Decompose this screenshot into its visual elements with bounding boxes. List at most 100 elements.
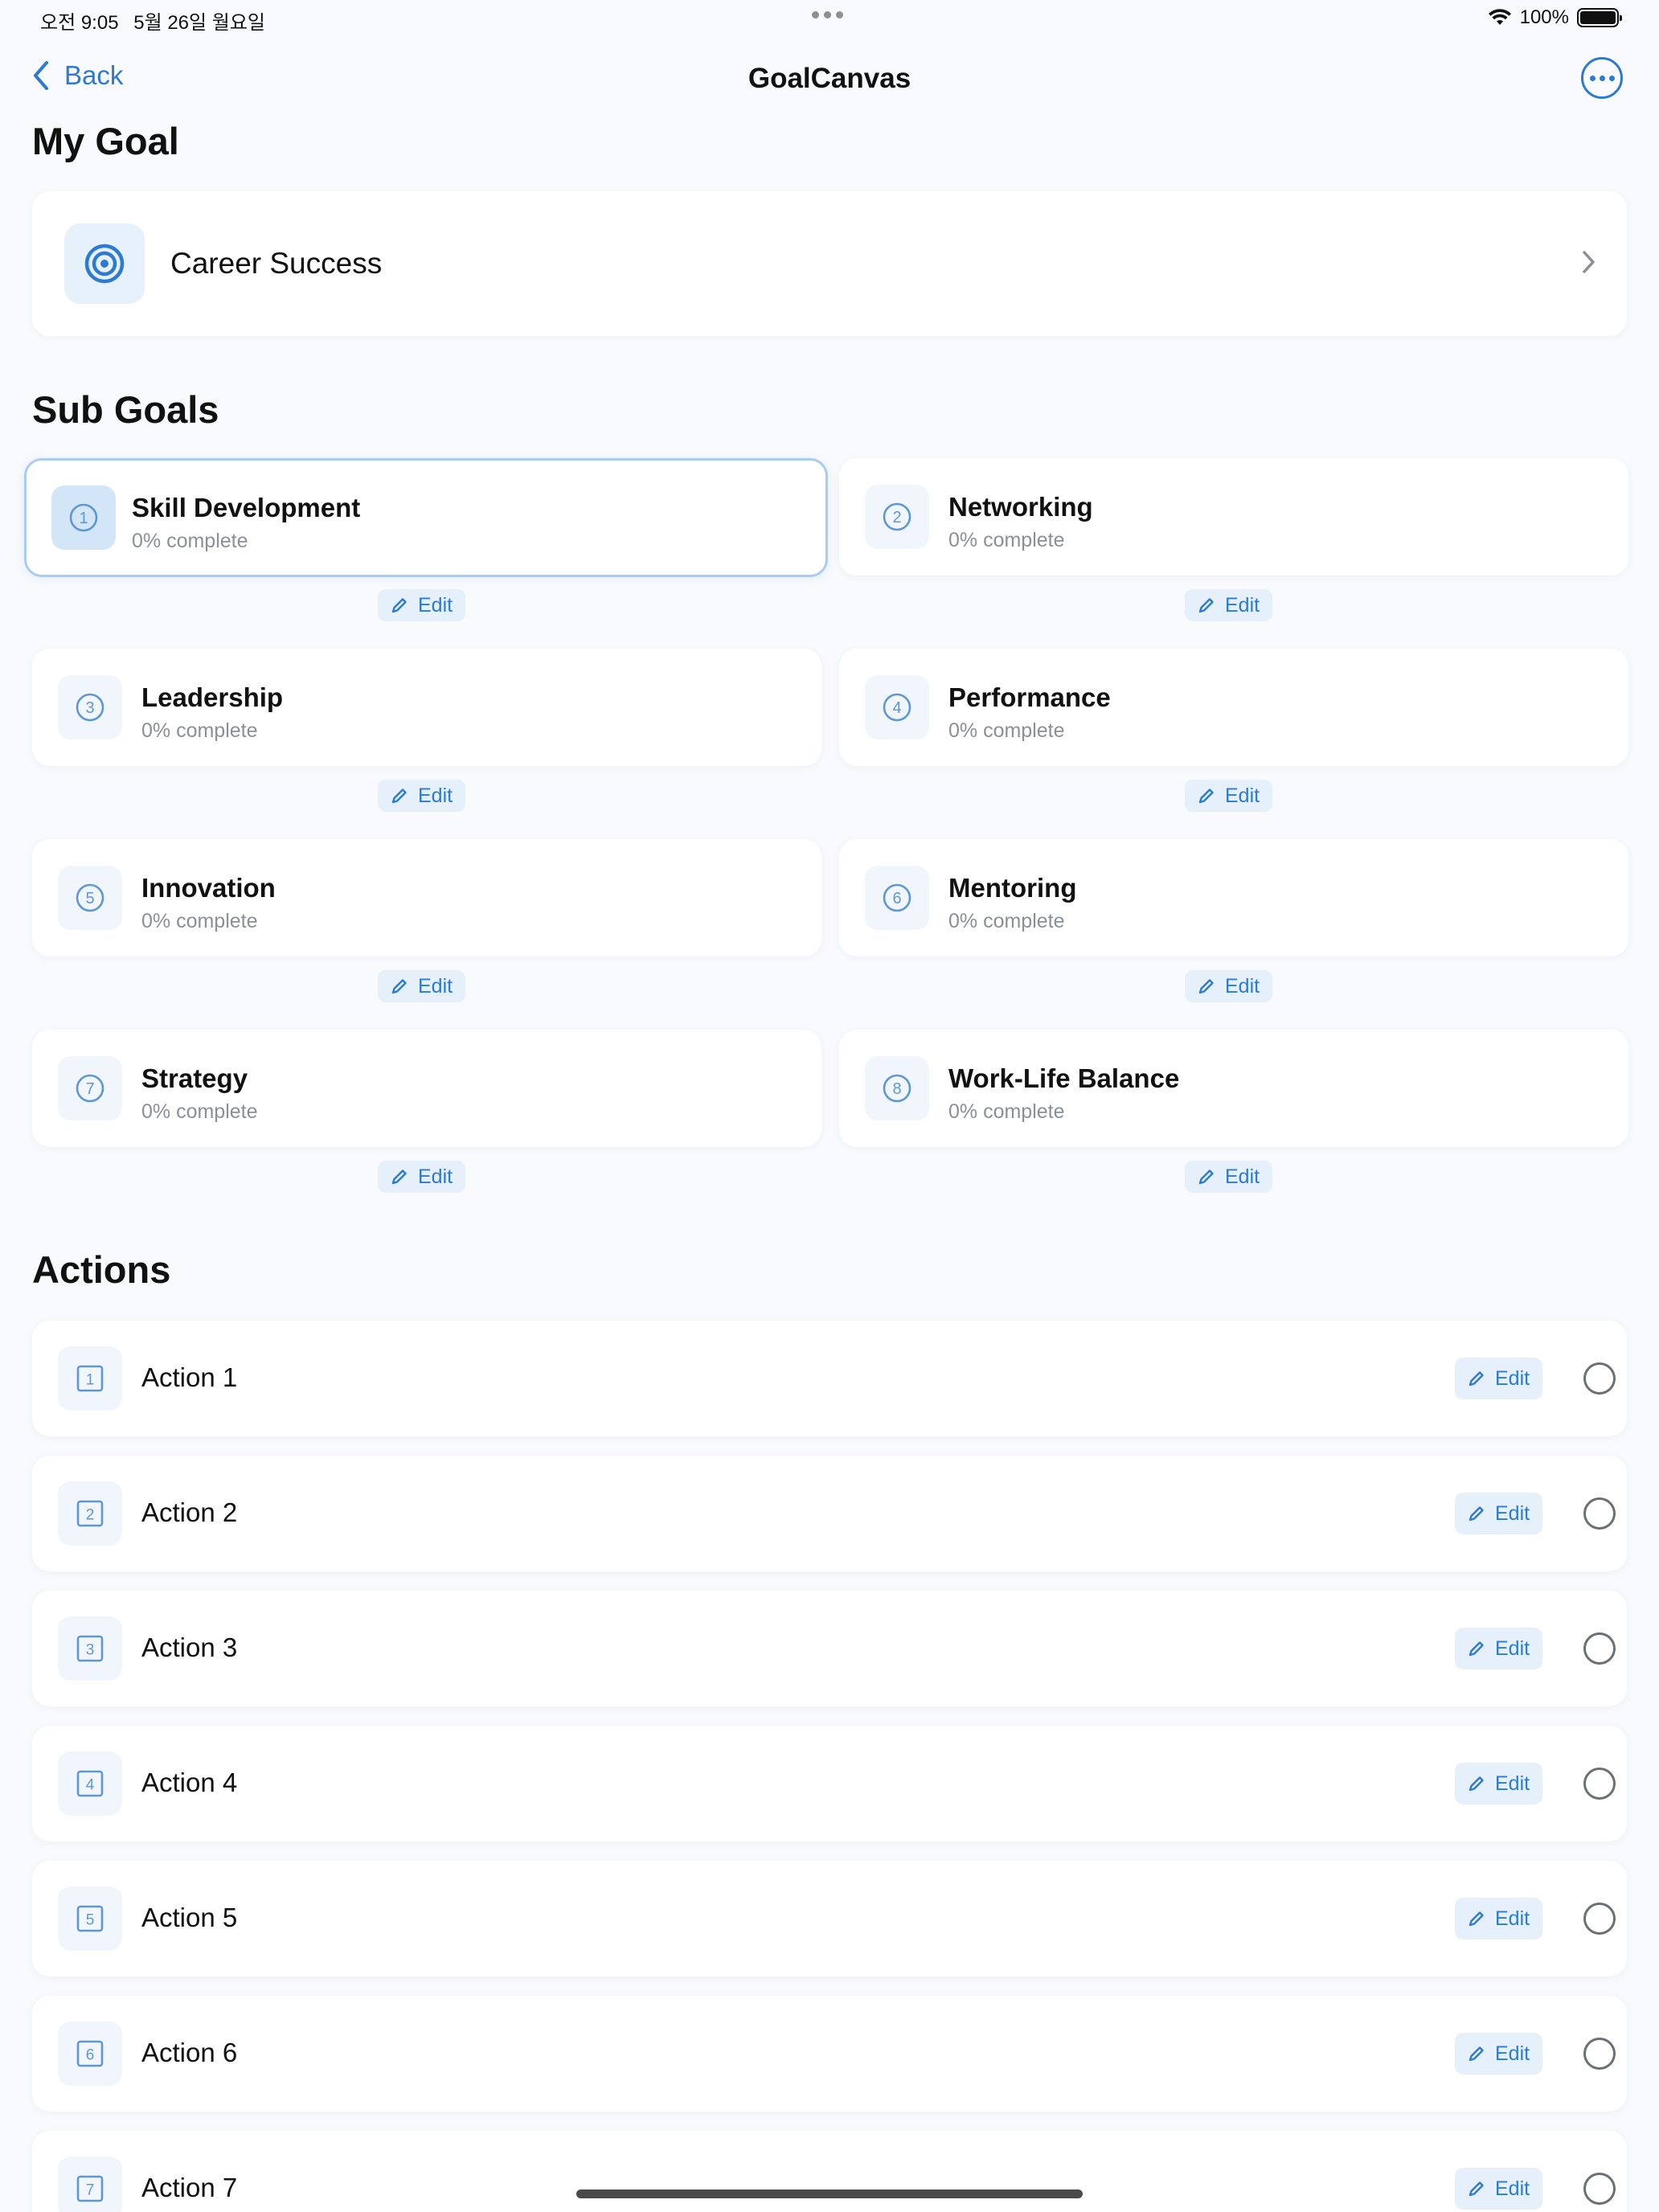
svg-text:8: 8 [892,1080,901,1098]
action-icon-tile: 6 [58,2022,122,2086]
edit-label: Edit [418,974,453,997]
sub-goal-edit-button[interactable]: Edit [1185,780,1273,812]
action-icon-tile: 5 [58,1886,122,1951]
circled-number-5-icon: 5 [76,883,104,912]
completion-circle-icon[interactable] [1583,2173,1616,2205]
action-name: Action 3 [141,1632,238,1662]
sub-goal-progress: 0% complete [948,910,1065,932]
pencil-icon [391,1169,407,1185]
edit-label: Edit [1225,974,1260,997]
pencil-icon [1198,789,1214,804]
action-row[interactable]: 2 Action 2 Edit [32,1456,1627,1571]
edit-label: Edit [1495,1366,1530,1390]
chevron-right-icon [1583,251,1595,273]
action-icon-tile: 7 [58,2157,122,2212]
action-row[interactable]: 4 Action 4 Edit [32,1726,1627,1841]
sub-goal-name: Networking [948,492,1093,522]
sub-goal-edit-button[interactable]: Edit [378,780,466,812]
svg-text:2: 2 [892,509,901,526]
action-edit-button[interactable]: Edit [1455,1358,1543,1399]
action-edit-button[interactable]: Edit [1455,2033,1543,2075]
completion-circle-icon[interactable] [1583,1768,1616,1800]
action-row[interactable]: 6 Action 6 Edit [32,1996,1627,2112]
back-button[interactable]: Back [32,60,123,91]
sub-goal-card[interactable]: 2 Networking 0% complete [839,458,1628,576]
sub-goal-card[interactable]: 4 Performance 0% complete [839,649,1628,766]
svg-text:2: 2 [86,1507,95,1524]
action-name: Action 6 [141,2038,238,2067]
edit-label: Edit [1495,1636,1530,1660]
completion-circle-icon[interactable] [1583,1497,1616,1530]
multitasking-dots-icon[interactable] [812,11,843,18]
pencil-icon [1469,1911,1484,1927]
edit-label: Edit [1495,2042,1530,2065]
sub-goal-card[interactable]: 1 Skill Development 0% complete [24,458,828,577]
svg-text:1: 1 [86,1372,95,1389]
action-edit-button[interactable]: Edit [1455,1763,1543,1804]
svg-text:3: 3 [86,1642,95,1659]
sub-goal-icon-tile: 7 [58,1056,122,1120]
sub-goal-icon-tile: 8 [865,1056,929,1120]
pencil-icon [391,979,407,994]
sub-goal-edit-button[interactable]: Edit [378,1161,466,1193]
circled-number-8-icon: 8 [883,1074,911,1103]
action-name: Action 1 [141,1362,238,1392]
sub-goal-name: Work-Life Balance [948,1063,1180,1093]
sub-goal-icon-tile: 4 [865,675,929,739]
action-row[interactable]: 1 Action 1 Edit [32,1321,1627,1436]
edit-label: Edit [1225,1165,1260,1188]
action-edit-button[interactable]: Edit [1455,2168,1543,2210]
completion-circle-icon[interactable] [1583,1903,1616,1935]
sub-goal-edit-button[interactable]: Edit [1185,589,1273,621]
action-edit-button[interactable]: Edit [1455,1898,1543,1940]
pencil-icon [1198,598,1214,613]
circled-number-1-icon: 1 [69,503,98,532]
completion-circle-icon[interactable] [1583,1362,1616,1395]
sub-goal-card[interactable]: 5 Innovation 0% complete [32,839,821,956]
action-edit-button[interactable]: Edit [1455,1493,1543,1534]
sub-goal-edit-button[interactable]: Edit [378,589,466,621]
sub-goal-edit-button[interactable]: Edit [1185,970,1273,1002]
pencil-icon [1469,1641,1484,1657]
completion-circle-icon[interactable] [1583,2038,1616,2070]
circled-number-7-icon: 7 [76,1074,104,1103]
sub-goal-icon-tile: 5 [58,866,122,930]
sub-goal-progress: 0% complete [132,530,248,552]
sub-goal-card[interactable]: 8 Work-Life Balance 0% complete [839,1030,1628,1147]
action-name: Action 4 [141,1768,238,1797]
sub-goal-progress: 0% complete [948,1100,1065,1123]
sub-goal-icon-tile: 6 [865,866,929,930]
edit-label: Edit [418,1165,453,1188]
completion-circle-icon[interactable] [1583,1632,1616,1665]
goal-icon-tile [64,223,145,304]
sub-goal-card[interactable]: 3 Leadership 0% complete [32,649,821,766]
action-row[interactable]: 7 Action 7 Edit [32,2131,1627,2212]
action-edit-button[interactable]: Edit [1455,1628,1543,1669]
action-row[interactable]: 3 Action 3 Edit [32,1591,1627,1706]
pencil-icon [1469,1371,1484,1387]
pencil-icon [391,789,407,804]
squared-number-4-icon: 4 [76,1770,104,1797]
home-indicator[interactable] [576,2189,1083,2198]
sub-goal-name: Performance [948,682,1111,712]
sub-goal-edit-button[interactable]: Edit [1185,1161,1273,1193]
sub-goal-card[interactable]: 7 Strategy 0% complete [32,1030,821,1147]
wifi-icon [1488,9,1511,25]
svg-text:5: 5 [86,1912,95,1929]
circled-number-4-icon: 4 [883,693,911,722]
circled-number-2-icon: 2 [883,502,911,531]
my-goal-heading: My Goal [32,120,179,162]
main-goal-card[interactable]: Career Success [32,191,1627,336]
action-row[interactable]: 5 Action 5 Edit [32,1861,1627,1976]
status-time-date: 오전 9:05 5월 26일 월요일 [40,6,275,35]
pencil-icon [1469,2046,1484,2062]
action-name: Action 5 [141,1903,238,1932]
more-options-button[interactable] [1581,57,1623,99]
sub-goal-card[interactable]: 6 Mentoring 0% complete [839,839,1628,956]
sub-goal-icon-tile: 3 [58,675,122,739]
navigation-bar: GoalCanvas Back [0,48,1659,113]
back-label: Back [64,60,124,90]
svg-text:4: 4 [892,699,901,717]
sub-goal-edit-button[interactable]: Edit [378,970,466,1002]
battery-icon [1577,8,1622,27]
